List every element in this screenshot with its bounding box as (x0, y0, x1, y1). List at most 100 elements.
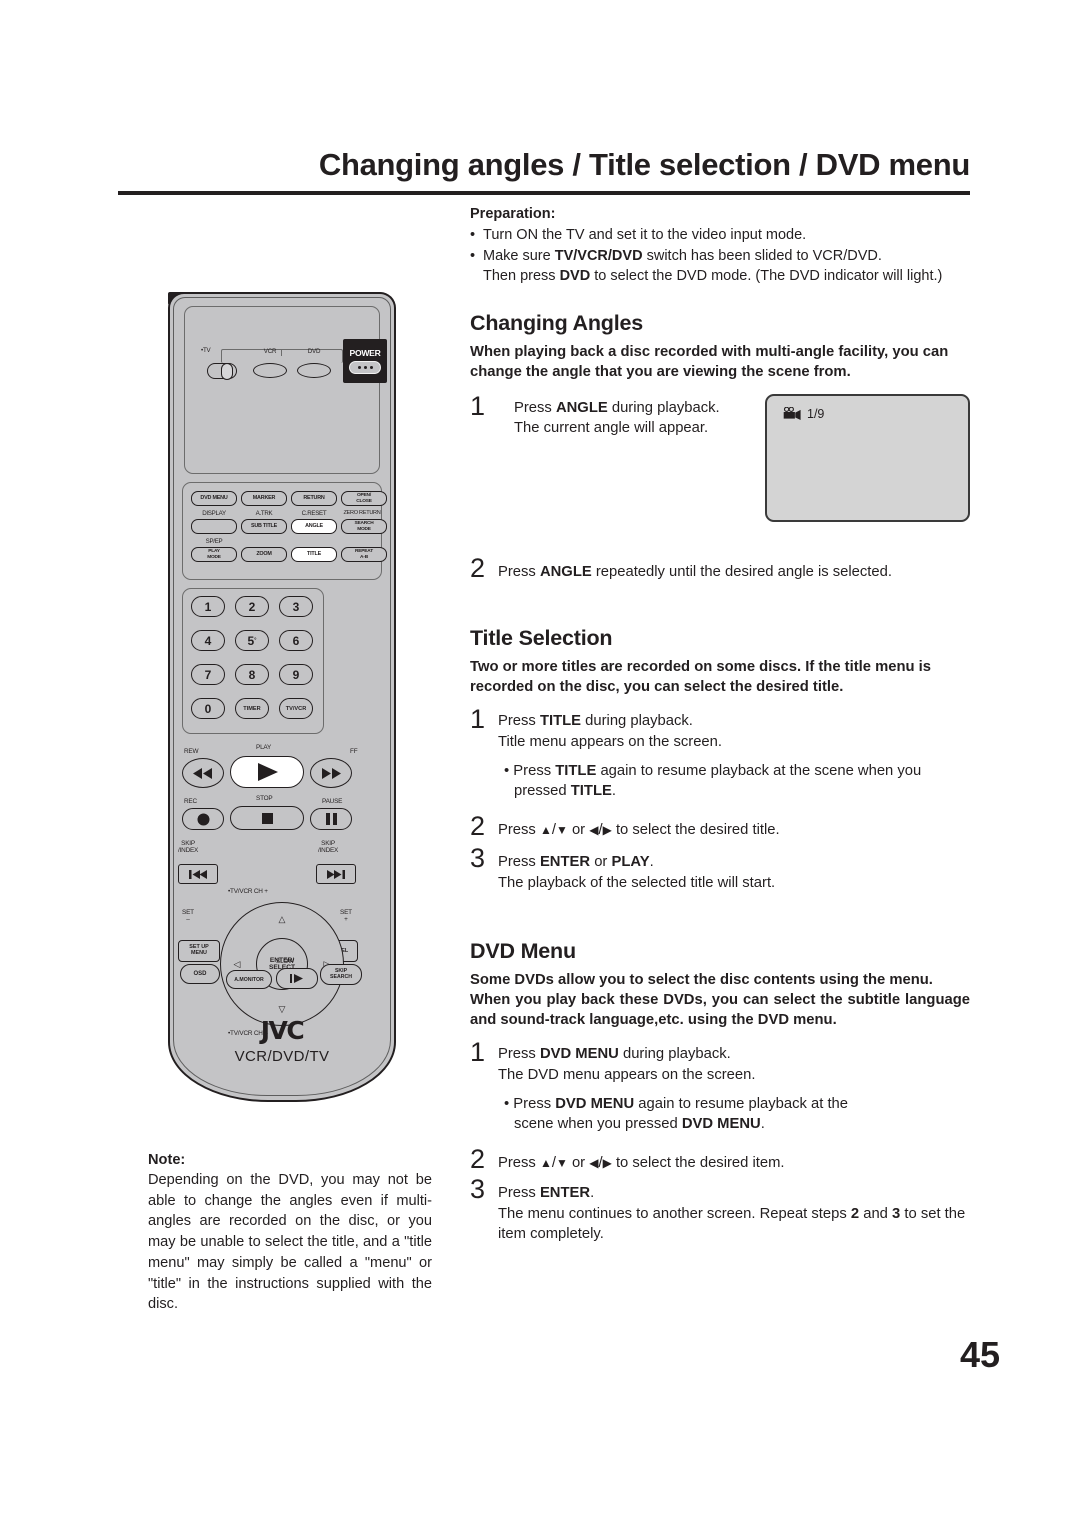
dm-sub-bold1: DVD MENU (555, 1095, 635, 1112)
dvd-button[interactable] (297, 363, 331, 378)
dpad-up-button[interactable]: △ (266, 908, 298, 930)
dm-sub-bullet: • Press DVD MENU again to resume playbac… (498, 1094, 888, 1135)
power-key[interactable] (349, 361, 381, 374)
stop-button[interactable] (230, 806, 304, 830)
return-button[interactable]: RETURN (291, 491, 337, 506)
preparation-item-text: Turn ON the TV and set it to the video i… (483, 227, 807, 243)
step-number: 2 (470, 552, 486, 583)
record-button[interactable] (182, 808, 224, 830)
key-4[interactable]: 4 (191, 630, 225, 651)
key-3[interactable]: 3 (279, 596, 313, 617)
ca-s1-line2: The current angle will appear. (514, 420, 709, 437)
skip-index-right-button[interactable] (316, 864, 356, 884)
ts-s2-post: to select the desired title. (611, 821, 780, 838)
page-number: 45 (959, 1334, 1000, 1375)
rewind-icon (193, 767, 212, 779)
skip-next-icon (327, 869, 345, 879)
play-mode-button[interactable]: PLAY MODE (191, 547, 237, 562)
subtitle-button[interactable]: SUB TITLE (241, 519, 287, 534)
arrow-down-icon: ▼ (555, 822, 568, 837)
display-button[interactable] (191, 519, 237, 534)
open-close-button[interactable]: OPEN/ CLOSE (341, 491, 387, 506)
preparation-item: • Turn ON the TV and set it to the video… (470, 225, 970, 246)
title-button[interactable]: TITLE (291, 547, 337, 562)
dm-sub-bold2: DVD MENU (681, 1116, 761, 1133)
ts-s3-mid: or (590, 854, 612, 871)
ca-s1-bold: ANGLE (555, 399, 608, 416)
preparation-block: Preparation: • Turn ON the TV and set it… (470, 206, 970, 287)
ts-s3-line2: The playback of the selected title will … (498, 874, 776, 891)
dpad-top-caption: •TV/VCR CH + (228, 888, 268, 895)
key-1[interactable]: 1 (191, 596, 225, 617)
timer-button[interactable]: TIMER (235, 698, 269, 719)
dm-s2-post: to select the desired item. (611, 1154, 785, 1171)
dm-s3-bold: ENTER (539, 1185, 591, 1202)
arrow-up-icon: ▲ (539, 822, 552, 837)
ca-s2-post: repeatedly until the desired angle is se… (591, 563, 892, 580)
preparation-item-text: Make sure TV/VCR/DVD switch has been sli… (483, 246, 970, 267)
ts-sub-bullet: • Press TITLE again to resume playback a… (498, 761, 970, 802)
vcr-button[interactable] (253, 363, 287, 378)
fast-forward-icon (322, 767, 341, 779)
skip-previous-icon (189, 869, 207, 879)
osd-angle-indicator: 1/9 (783, 407, 824, 421)
a-monitor-button[interactable]: A.MONITOR (226, 970, 272, 989)
display-caption: DISPLAY (202, 510, 226, 517)
tv-vcr-button[interactable]: TV/VCR (279, 698, 313, 719)
key-9[interactable]: 9 (279, 664, 313, 685)
key-6[interactable]: 6 (279, 630, 313, 651)
setup-menu-button[interactable]: SET UP MENU (178, 940, 220, 962)
pause-button[interactable] (310, 808, 352, 830)
mode-switch-knob[interactable] (221, 363, 233, 380)
note-heading: Note: (148, 1152, 186, 1168)
key-7[interactable]: 7 (191, 664, 225, 685)
step-text: Press ENTER. The menu continues to anoth… (498, 1177, 970, 1244)
ca-s2-bold: ANGLE (539, 563, 592, 580)
page-header: Changing angles / Title selection / DVD … (118, 147, 970, 196)
osd-button[interactable]: OSD (180, 964, 220, 984)
step-text: Press ANGLE repeatedly until the desired… (498, 556, 970, 582)
skip-index-left-button[interactable] (178, 864, 218, 884)
play-icon (258, 763, 278, 781)
power-dot-icon (357, 366, 361, 369)
dm-s2-pre: Press (498, 1154, 540, 1171)
search-mode-button[interactable]: SEARCH MODE (341, 519, 387, 534)
mode-label-dvd: DVD (307, 348, 321, 355)
atrk-caption: A.TRK (255, 510, 273, 517)
step-text: Press DVD MENU during playback. The DVD … (498, 1040, 970, 1135)
content-column: Preparation: • Turn ON the TV and set it… (470, 206, 970, 1244)
step-number: 1 (470, 390, 486, 421)
angle-button[interactable]: ANGLE (291, 519, 337, 534)
zoom-button[interactable]: ZOOM (241, 547, 287, 562)
key-0[interactable]: 0 (191, 698, 225, 719)
step-text: Press ENTER or PLAY. The playback of the… (498, 846, 970, 893)
slow-caption: SLOW (276, 958, 295, 965)
key-2[interactable]: 2 (235, 596, 269, 617)
power-button-block[interactable]: POWER (343, 339, 387, 383)
rewind-button[interactable] (182, 758, 224, 788)
jvc-model-label: VCR/DVD/TV (234, 1048, 330, 1065)
ca-s1-post: during playback. (607, 399, 720, 416)
dvd-menu-heading: DVD Menu (470, 939, 576, 964)
power-dot-icon (369, 366, 373, 369)
dvd-menu-step-2: 2 Press ▲/▼ or ◀/▶ to select the desired… (470, 1145, 970, 1173)
prep2b-bold: DVD (559, 268, 591, 285)
power-dot-icon (363, 366, 367, 369)
mode-switch-slider[interactable] (207, 363, 237, 380)
dm-s3-l2a: The menu continues to another screen. Re… (498, 1205, 851, 1222)
play-button[interactable] (230, 756, 304, 788)
repeat-ab-button[interactable]: REPEAT A-B (341, 547, 387, 562)
prep2-bold: TV/VCR/DVD (554, 247, 643, 264)
key-5[interactable]: 5 ° (235, 630, 269, 651)
skip-search-button[interactable]: SKIP SEARCH (320, 964, 362, 985)
changing-angles-heading: Changing Angles (470, 310, 643, 335)
ts-s3-bold2: PLAY (611, 854, 650, 871)
marker-button[interactable]: MARKER (241, 491, 287, 506)
dm-s3-pre: Press (498, 1185, 540, 1202)
slow-button[interactable] (276, 968, 318, 989)
key-5-dot-icon: ° (254, 637, 257, 644)
key-8[interactable]: 8 (235, 664, 269, 685)
dm-s1-bold: DVD MENU (539, 1046, 619, 1063)
fast-forward-button[interactable] (310, 758, 352, 788)
dvd-menu-button[interactable]: DVD MENU (191, 491, 237, 506)
